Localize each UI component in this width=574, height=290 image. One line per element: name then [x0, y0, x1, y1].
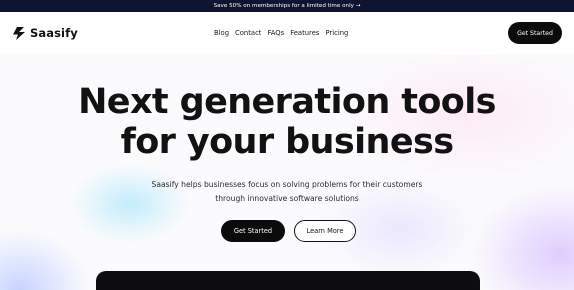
brand-name: Saasify	[30, 26, 78, 40]
hero-get-started-button[interactable]: Get Started	[221, 220, 285, 242]
hero-headline-line-2: for your business	[120, 122, 454, 162]
announcement-bar[interactable]: Save 50% on memberships for a limited ti…	[0, 0, 574, 12]
hero-subtext-line-2: through innovative software solutions	[215, 194, 359, 203]
hero-learn-more-button[interactable]: Learn More	[294, 220, 356, 242]
product-preview-panel	[96, 271, 480, 290]
hero-subtext: Saasify helps businesses focus on solvin…	[127, 178, 447, 206]
nav-link-blog[interactable]: Blog	[214, 29, 229, 37]
nav-get-started-button[interactable]: Get Started	[508, 22, 562, 44]
nav-link-contact[interactable]: Contact	[235, 29, 261, 37]
lightning-bolt-icon	[12, 26, 26, 40]
nav-link-pricing[interactable]: Pricing	[325, 29, 348, 37]
announcement-link[interactable]: Save 50% on memberships for a limited ti…	[214, 3, 361, 9]
brand-logo[interactable]: Saasify	[12, 25, 78, 41]
nav-links: Blog Contact FAQs Features Pricing	[214, 26, 348, 40]
hero-section: Next generation tools for your business …	[0, 54, 574, 290]
nav-link-faqs[interactable]: FAQs	[267, 29, 284, 37]
hero-subtext-line-1: Saasify helps businesses focus on solvin…	[151, 180, 423, 189]
top-navbar: Saasify Blog Contact FAQs Features Prici…	[0, 12, 574, 54]
hero-headline-line-1: Next generation tools	[78, 82, 496, 122]
hero-headline: Next generation tools for your business	[0, 82, 574, 162]
nav-link-features[interactable]: Features	[290, 29, 319, 37]
